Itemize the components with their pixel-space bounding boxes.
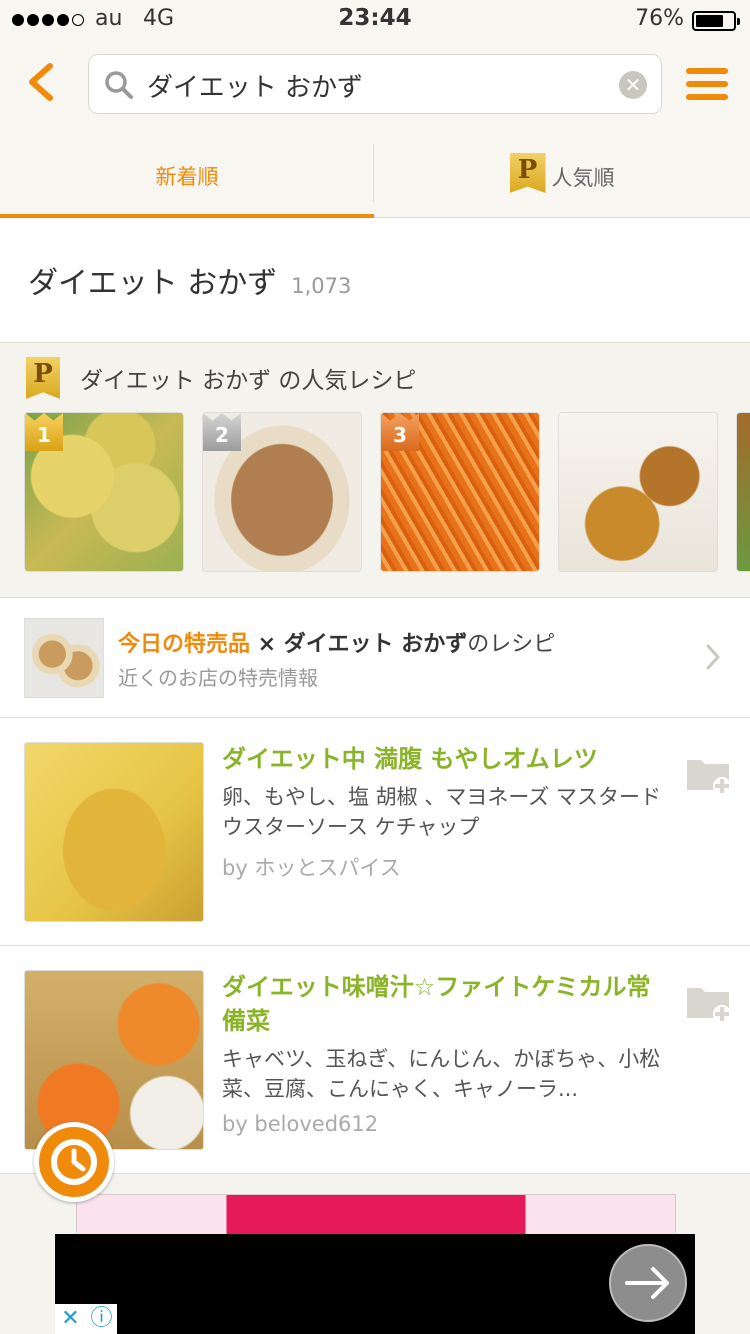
sale-thumbnail [24,618,104,698]
ad-close-icon[interactable]: ✕ [55,1304,86,1334]
search-icon [105,71,133,99]
premium-badge-icon: P [509,153,546,193]
ad-banner[interactable] [55,1234,695,1334]
tab-newest-label: 新着順 [155,165,219,189]
popular-recipe-thumb[interactable] [736,412,750,572]
tab-newest[interactable]: 新着順 [0,140,374,218]
chevron-left-icon[interactable] [22,60,62,104]
search-query: ダイエット おかず [147,73,364,103]
popular-recipe-thumb[interactable]: 2 [202,412,362,572]
search-input[interactable]: ダイエット おかず ✕ [88,54,662,114]
recipe-image[interactable] [24,970,204,1150]
hamburger-menu-icon[interactable] [686,68,728,102]
popular-recipe-thumb[interactable]: 1 [24,412,184,572]
result-count: 1,073 [291,274,352,298]
sale-subtext: 近くのお店の特売情報 [118,666,318,690]
recipe-ingredients: 卵、もやし、塩 胡椒 、マヨネーズ マスタード ウスターソース ケチャップ [222,785,661,839]
search-header: ダイエット おかず ✕ [0,40,750,130]
result-header: ダイエット おかず 1,073 [0,218,750,343]
premium-badge-icon: P [26,357,60,399]
tab-popular[interactable]: P 人気順 [374,140,750,218]
ad-info-icon[interactable]: ⓘ [86,1304,117,1334]
battery-percent: 76% [635,6,684,31]
tab-popular-label: 人気順 [551,166,615,190]
recipe-ingredients: キャベツ、玉ねぎ、にんじん、かぼちゃ、小松菜、豆腐、こんにゃく、キャノーラ... [222,1047,661,1101]
recipe-title[interactable]: ダイエット中 満腹 もやしオムレツ [222,742,662,776]
sale-keyword: ダイエット おかず [283,632,468,657]
popular-thumbnails: 1 2 3 [24,412,750,572]
sale-highlight: 今日の特売品 [118,632,251,657]
popular-heading: ダイエット おかず の人気レシピ [80,368,417,394]
rank-crown-silver-icon: 2 [203,413,241,451]
popular-recipe-thumb[interactable]: 3 [380,412,540,572]
sale-recipes-link[interactable]: 今日の特売品 × ダイエット おかずのレシピ 近くのお店の特売情報 [0,598,750,718]
recipe-card[interactable]: ダイエット中 満腹 もやしオムレツ 卵、もやし、塩 胡椒 、マヨネーズ マスター… [0,718,750,946]
arrow-right-icon[interactable] [609,1244,687,1322]
sale-times: × [250,632,284,657]
recipe-title[interactable]: ダイエット味噌汁☆ファイトケミカル常備菜 [222,970,662,1038]
battery-icon [692,11,740,31]
promo-banner-image[interactable] [76,1194,676,1236]
rank-crown-bronze-icon: 3 [381,413,419,451]
folder-add-icon[interactable] [686,756,732,794]
popular-recipes-section: P ダイエット おかず の人気レシピ 1 2 3 [0,343,750,598]
sort-tabs: 新着順 P 人気順 [0,140,750,218]
result-title: ダイエット おかず [28,266,278,301]
clear-icon[interactable]: ✕ [619,71,647,99]
recipe-author[interactable]: by ホッとスパイス [222,852,401,882]
recipe-author[interactable]: by beloved612 [222,1112,378,1136]
chevron-right-icon [706,644,720,670]
status-bar: au 4G 23:44 76% [0,0,750,40]
recipe-card[interactable]: ダイエット味噌汁☆ファイトケミカル常備菜 キャベツ、玉ねぎ、にんじん、かぼちゃ、… [0,946,750,1174]
recipe-image[interactable] [24,742,204,922]
clock-icon[interactable] [34,1122,114,1202]
rank-crown-gold-icon: 1 [25,413,63,451]
popular-recipe-thumb[interactable] [558,412,718,572]
folder-add-icon[interactable] [686,984,732,1022]
sale-suffix: のレシピ [467,632,556,657]
ad-controls: ✕ ⓘ [55,1304,117,1334]
